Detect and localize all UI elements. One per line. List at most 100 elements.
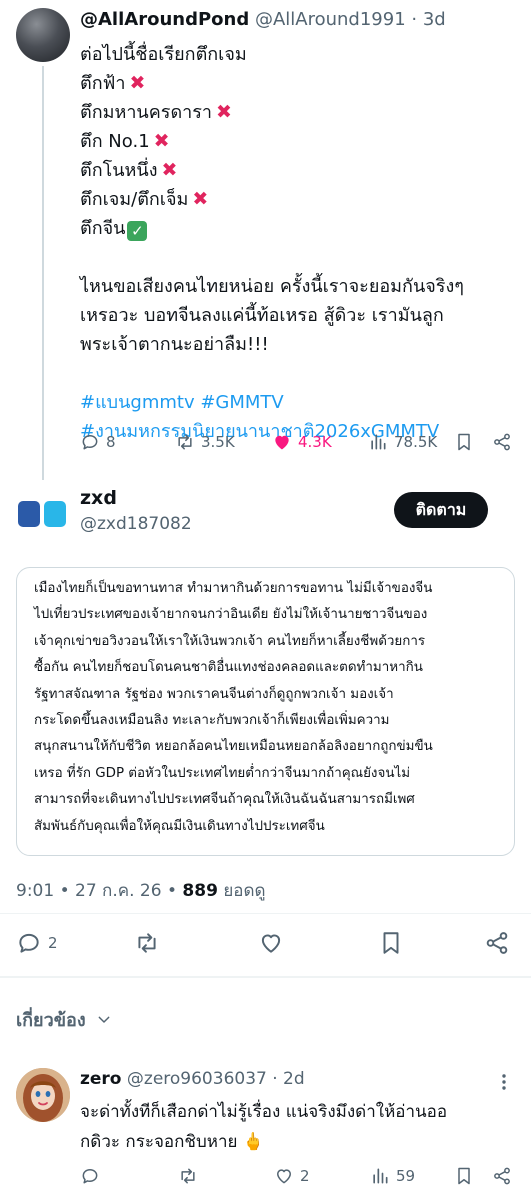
share-icon	[486, 932, 508, 954]
quote-line: สัมพันธ์กับคุณเพื่อให้คุณมีเงินเดินทางไป…	[34, 818, 325, 834]
tweet-line: ตึก No.1 ✖	[80, 130, 170, 152]
like-button[interactable]: 2	[274, 1162, 310, 1190]
quote-line: กระโดดขึ้นลงเหมือนลิง ทะเลาะกับพวกเจ้าก็…	[34, 712, 390, 728]
share-button[interactable]	[492, 1162, 512, 1190]
tweet-line: ไหนขอเสียงคนไทยหน่อย ครั้งนี้เราจะยอมกัน…	[80, 276, 464, 297]
avatar-illustration-image	[16, 1068, 70, 1122]
cross-mark-icon: ✖	[129, 72, 146, 94]
repost-button[interactable]: 3.5K	[175, 428, 235, 456]
reply-count: 2	[48, 934, 58, 952]
quote-line: ไปเที่ยวประเทศของเจ้ายากจนกว่าอินเดีย ยั…	[34, 607, 428, 623]
tweet-line: ตึกจีน ✓	[80, 214, 520, 243]
like-count: 2	[300, 1167, 310, 1185]
reply-actions: 2 59	[80, 1162, 520, 1190]
quote-line: รัฐทาสจัณฑาล รัฐช่อง พวกเราคนจีนต่างก็ดู…	[34, 686, 394, 702]
tweet-line: ตึกฟ้า ✖	[80, 72, 146, 94]
cross-mark-icon: ✖	[153, 130, 170, 152]
display-name[interactable]: zero	[80, 1069, 122, 1089]
like-count: 4.3K	[298, 433, 332, 451]
views-button[interactable]: 59	[370, 1162, 415, 1190]
timestamp[interactable]: 9:01 • 27 ก.ค. 26 •	[16, 881, 177, 901]
bookmark-icon	[383, 932, 399, 954]
handle[interactable]: @zxd187082	[80, 514, 192, 534]
display-name[interactable]: zxd	[80, 487, 117, 509]
tweet-line: พระเจ้าตากนะอย่าลืม!!!	[80, 334, 269, 355]
repost-icon	[178, 434, 192, 450]
bookmark-button[interactable]	[454, 428, 474, 456]
reply-button[interactable]: 8	[80, 428, 116, 456]
avatar[interactable]	[16, 8, 70, 62]
related-label: เกี่ยวข้อง	[16, 1010, 86, 1031]
repost-count: 3.5K	[201, 433, 235, 451]
hashtag-link[interactable]: #แบนgmmtv #GMMTV	[80, 388, 520, 417]
divider	[0, 976, 531, 978]
reply-button[interactable]	[80, 1162, 100, 1190]
tweet-line: ตึกมหานครดารา ✖	[80, 101, 232, 123]
like-button[interactable]	[258, 928, 284, 958]
quote-line: เมืองไทยก็เป็นขอทานทาส ทำมาหากินด้วยการข…	[34, 581, 433, 596]
cross-mark-icon: ✖	[192, 188, 209, 210]
share-icon	[494, 1167, 510, 1185]
tweet-line: ต่อไปนี้ชื่อเรียกตึกเจม	[80, 44, 247, 65]
reply-text: จะด่าทั้งทีก็เสือกด่าไม่รู้เรื่อง แน่จริ…	[80, 1097, 520, 1157]
quote-line: สนุกสนานให้กับชีวิต หยอกล้อคนไทยเหมือนหย…	[34, 739, 433, 755]
chevron-down-icon	[98, 1016, 110, 1023]
views-icon	[373, 1168, 388, 1184]
timestamp[interactable]: · 2d	[272, 1069, 304, 1089]
tweet-line: ตึกโนหนึ่ง ✖	[80, 159, 178, 181]
views-icon	[371, 434, 386, 450]
handle[interactable]: @AllAround1991	[255, 9, 406, 30]
heart-icon	[261, 934, 281, 953]
reply-count: 8	[106, 433, 116, 451]
heart-icon	[277, 1169, 291, 1184]
reply-header: zero @zero96036037 · 2d	[80, 1069, 305, 1089]
bookmark-button[interactable]	[454, 1162, 474, 1190]
views-count: 78.5K	[394, 433, 438, 451]
repost-button[interactable]	[178, 1162, 198, 1190]
quote-line: เหรอ ที่รัก GDP ต่อหัวในประเทศไทยต่ำกว่า…	[34, 765, 411, 781]
like-button[interactable]: 4.3K	[272, 428, 332, 456]
views-button[interactable]: 78.5K	[368, 428, 437, 456]
reply-button[interactable]: 2	[16, 928, 58, 958]
tweet-text: ต่อไปนี้ชื่อเรียกตึกเจม ตึกฟ้า ✖ ตึกมหานค…	[80, 40, 520, 446]
heart-filled-icon	[275, 435, 289, 450]
check-mark-icon: ✓	[127, 221, 148, 241]
repost-button[interactable]	[134, 928, 160, 958]
cross-mark-icon: ✖	[161, 159, 178, 181]
tweet-actions: 2	[16, 928, 515, 958]
quote-line: ซื้อกัน คนไทยก็ชอบโดนคนชาติอื่นแทงช่องคล…	[34, 660, 423, 676]
share-button[interactable]	[484, 928, 510, 958]
bookmark-icon	[458, 1167, 470, 1185]
avatar[interactable]	[16, 487, 70, 541]
more-options-icon[interactable]	[492, 1072, 516, 1092]
avatar-logo-image	[18, 501, 66, 527]
reply-icon	[19, 933, 39, 953]
share-icon	[494, 433, 510, 451]
reply-line: กดิวะ กระจอกชิบหาย 🖕	[80, 1132, 265, 1152]
reply-icon	[82, 1169, 98, 1184]
tweet-line: เหรอวะ บอทจีนลงแค่นี้ท้อเหรอ สู้ดิวะ เรา…	[80, 305, 444, 326]
views-count: 889	[182, 881, 218, 901]
views-label: ยอดดู	[223, 881, 266, 901]
follow-button[interactable]: ติดตาม	[394, 492, 488, 528]
bookmark-icon	[458, 433, 470, 451]
quote-line: เจ้าคุกเข่าขอวิงวอนให้เราให้เงินพวกเจ้า …	[34, 633, 426, 649]
tweet-meta: 9:01 • 27 ก.ค. 26 • 889 ยอดดู	[16, 877, 266, 904]
timestamp[interactable]: · 3d	[411, 9, 445, 30]
bookmark-button[interactable]	[378, 928, 404, 958]
avatar[interactable]	[16, 1068, 70, 1122]
repost-icon	[181, 1168, 195, 1184]
views-count: 59	[396, 1167, 416, 1185]
share-button[interactable]	[492, 428, 512, 456]
quoted-text: เมืองไทยก็เป็นขอทานทาส ทำมาหากินด้วยการข…	[34, 576, 506, 840]
display-name[interactable]: @AllAroundPond	[80, 9, 249, 30]
cross-mark-icon: ✖	[216, 101, 232, 123]
tweet-header: @AllAroundPond @AllAround1991 · 3d	[80, 9, 446, 30]
handle[interactable]: @zero96036037	[127, 1069, 267, 1089]
repost-icon	[138, 933, 156, 953]
quote-line: สามารถที่จะเดินทางไปประเทศจีนถ้าคุณให้เง…	[34, 792, 415, 808]
divider	[0, 913, 531, 914]
tweet-line: ตึกเจม/ตึกเจ็ม ✖	[80, 188, 209, 210]
related-toggle[interactable]: เกี่ยวข้อง	[16, 1005, 112, 1034]
thread-line	[42, 66, 44, 480]
